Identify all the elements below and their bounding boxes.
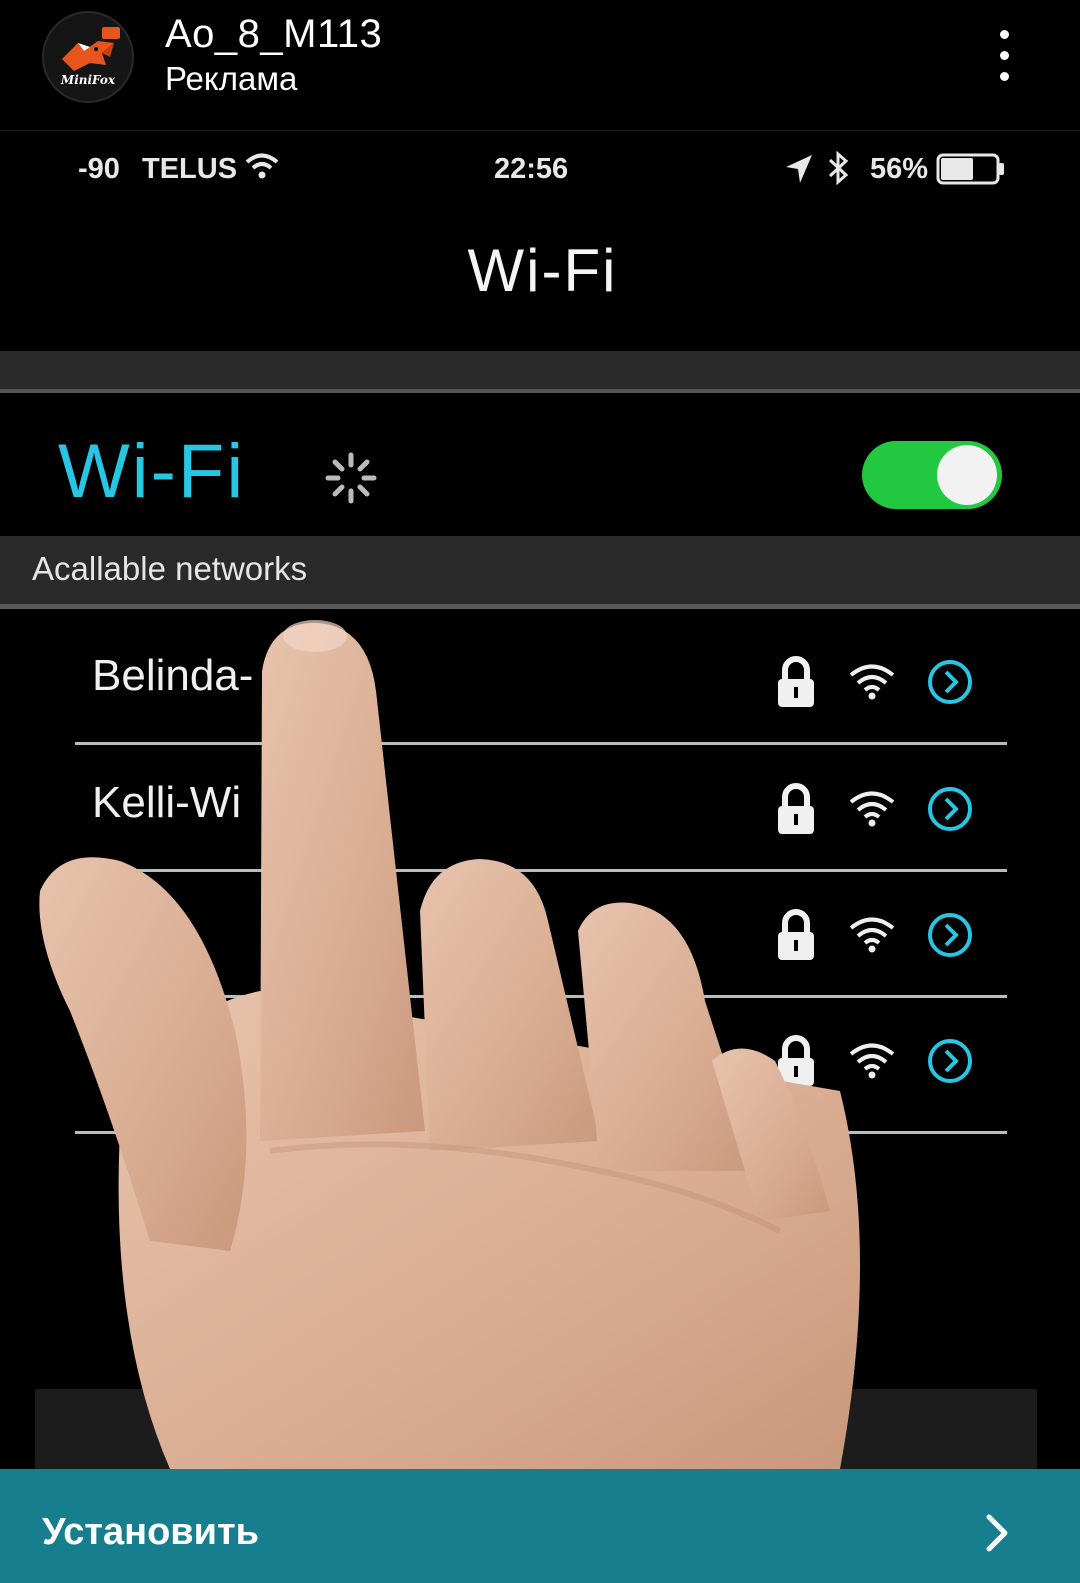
- install-button-label: Установить: [42, 1511, 259, 1553]
- ad-video[interactable]: -90 TELUS 22:56 56% Wi-Fi Wi-Fi Acallabl…: [0, 131, 1080, 1469]
- hand-graphic: [39, 620, 861, 1469]
- ad-header: MiniFox Ao_8_M113 Реклама: [0, 0, 1080, 131]
- install-cta-bar[interactable]: Установить: [0, 1469, 1080, 1583]
- account-name[interactable]: Ao_8_M113: [165, 12, 382, 57]
- advertiser-avatar[interactable]: MiniFox: [42, 11, 134, 103]
- avatar-brand-text: MiniFox: [60, 73, 116, 87]
- sponsored-label: Реклама: [165, 60, 298, 97]
- chevron-right-icon: [986, 1514, 1008, 1552]
- more-vertical-icon: [1000, 30, 1009, 39]
- more-options-button[interactable]: [990, 28, 1020, 84]
- fox-logo-icon: [44, 13, 132, 101]
